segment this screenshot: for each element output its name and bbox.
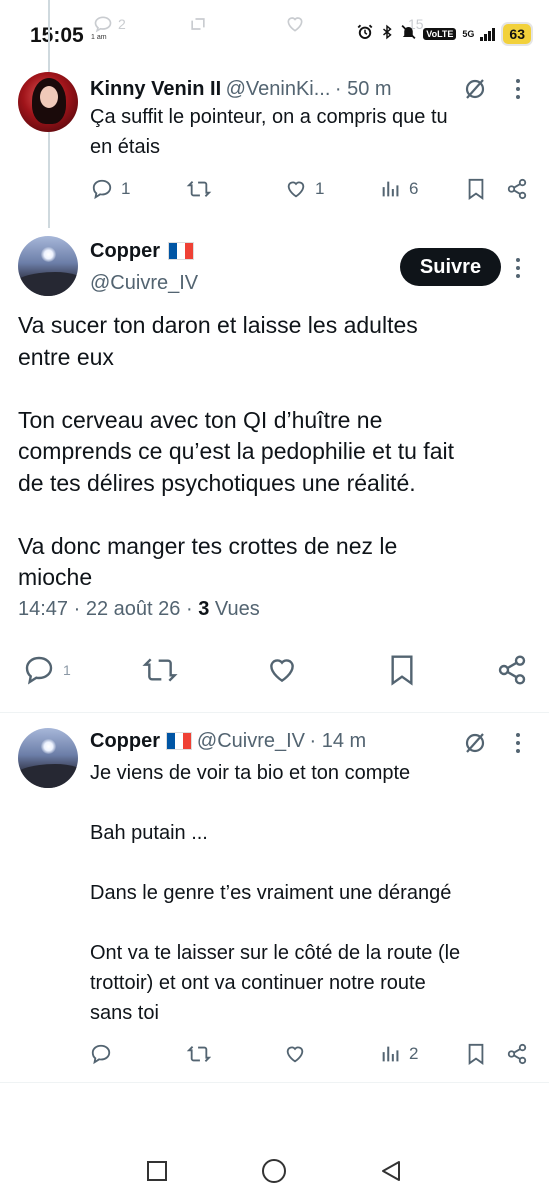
france-flag-icon	[166, 732, 193, 750]
divider	[0, 1082, 549, 1083]
france-flag-icon	[168, 242, 195, 260]
tweet-header: Kinny Venin II @VeninKi... · 50 m	[90, 78, 392, 101]
author-name-row: Copper	[90, 240, 195, 263]
follow-button[interactable]: Suivre	[400, 248, 501, 286]
retweet-button[interactable]	[142, 654, 178, 686]
retweet-icon	[142, 658, 178, 682]
share-icon	[507, 178, 527, 200]
tweet-time[interactable]: · 50 m	[335, 78, 392, 100]
share-icon	[507, 1043, 527, 1065]
ghost-retweet-icon	[186, 14, 210, 37]
home-button[interactable]	[261, 1158, 287, 1189]
author-handle[interactable]: @VeninKi...	[226, 78, 331, 100]
square-icon	[147, 1161, 167, 1181]
system-nav-bar	[0, 1140, 549, 1200]
author-name[interactable]: Copper	[90, 730, 160, 752]
like-button[interactable]: 1	[284, 178, 324, 200]
status-icons: VoLTE 5G 63	[356, 22, 533, 46]
tweet-text: Ça suffit le pointeur, on a compris que …	[90, 106, 448, 158]
reply-button[interactable]: 1	[90, 178, 130, 200]
avatar[interactable]	[18, 728, 78, 788]
more-options-icon[interactable]	[515, 258, 521, 278]
like-button[interactable]	[265, 654, 299, 686]
heart-icon	[286, 1046, 304, 1063]
retweet-button[interactable]	[187, 1043, 211, 1065]
retweet-button[interactable]	[186, 178, 212, 200]
reply-icon	[22, 654, 56, 686]
grok-icon[interactable]	[463, 77, 487, 101]
bookmark-icon	[391, 655, 413, 686]
avatar[interactable]	[18, 236, 78, 296]
volte-indicator: VoLTE	[423, 28, 457, 40]
reply-count: 1	[121, 179, 131, 198]
views-chart-icon	[380, 178, 402, 200]
reply-count: 1	[63, 662, 71, 678]
heart-icon	[270, 659, 294, 683]
share-icon	[498, 655, 526, 685]
tweet-time[interactable]: 14:47	[18, 598, 68, 620]
battery-indicator: 63	[501, 22, 533, 46]
grok-icon[interactable]	[463, 731, 487, 755]
alarm-icon	[356, 23, 374, 45]
reply-icon	[91, 1044, 111, 1065]
recents-button[interactable]	[146, 1160, 168, 1187]
author-name[interactable]: Kinny Venin II	[90, 78, 221, 100]
avatar[interactable]	[18, 72, 78, 132]
ghost-reply-count: 2	[118, 16, 126, 32]
like-count: 1	[315, 179, 325, 198]
more-options-icon[interactable]	[515, 79, 521, 99]
divider	[0, 712, 549, 713]
mute-bell-icon	[400, 23, 417, 45]
views-count: 2	[409, 1044, 419, 1063]
views-chart-icon	[380, 1043, 402, 1065]
back-button[interactable]	[379, 1159, 403, 1188]
signal-icon	[480, 27, 496, 41]
bluetooth-icon	[380, 23, 394, 45]
author-name[interactable]: Copper	[90, 240, 160, 262]
heart-icon	[284, 178, 308, 200]
bookmark-icon	[468, 178, 484, 200]
views-label: Vues	[214, 598, 260, 620]
tweet-meta: 14:47 · 22 août 26 · 3 Vues	[18, 598, 260, 621]
tweet-header: Copper @Cuivre_IV · 14 m	[90, 730, 366, 753]
more-options-icon[interactable]	[515, 733, 521, 753]
author-handle[interactable]: @Cuivre_IV	[90, 272, 198, 295]
meta-separator: ·	[73, 598, 81, 620]
share-button[interactable]	[506, 178, 528, 200]
retweet-icon	[187, 1046, 211, 1062]
tweet-text: Je viens de voir ta bio et ton compte Ba…	[90, 762, 461, 1024]
ghost-like-icon	[284, 14, 306, 37]
views-button[interactable]: 2	[380, 1043, 418, 1065]
share-button[interactable]	[506, 1043, 528, 1065]
like-button[interactable]	[284, 1043, 306, 1065]
author-handle[interactable]: @Cuivre_IV	[197, 730, 305, 752]
status-bar: 15:05 1 am 2 15 VoLTE 5G 63	[0, 0, 549, 60]
reply-icon	[90, 178, 114, 200]
tweet-text: Va sucer ton daron et laisse les adultes…	[18, 312, 454, 590]
bookmark-button[interactable]	[466, 178, 486, 200]
status-time: 15:05	[30, 24, 84, 47]
bookmark-button[interactable]	[388, 654, 416, 686]
reply-button[interactable]: 1	[22, 654, 71, 686]
network-type: 5G	[462, 28, 475, 39]
triangle-back-icon	[382, 1161, 400, 1181]
reply-button[interactable]	[90, 1043, 112, 1065]
meta-separator: ·	[185, 598, 193, 620]
views-count: 6	[409, 179, 419, 198]
views-count: 3	[198, 598, 210, 620]
share-button[interactable]	[496, 654, 528, 686]
circle-icon	[262, 1159, 286, 1183]
tweet-time[interactable]: · 14 m	[309, 730, 366, 752]
retweet-icon	[186, 178, 212, 200]
ghost-reply-icon	[92, 14, 114, 37]
views-button[interactable]: 6	[380, 178, 418, 200]
bookmark-button[interactable]	[466, 1043, 486, 1065]
tweet-date[interactable]: 22 août 26	[86, 598, 181, 620]
bookmark-icon	[468, 1043, 484, 1065]
